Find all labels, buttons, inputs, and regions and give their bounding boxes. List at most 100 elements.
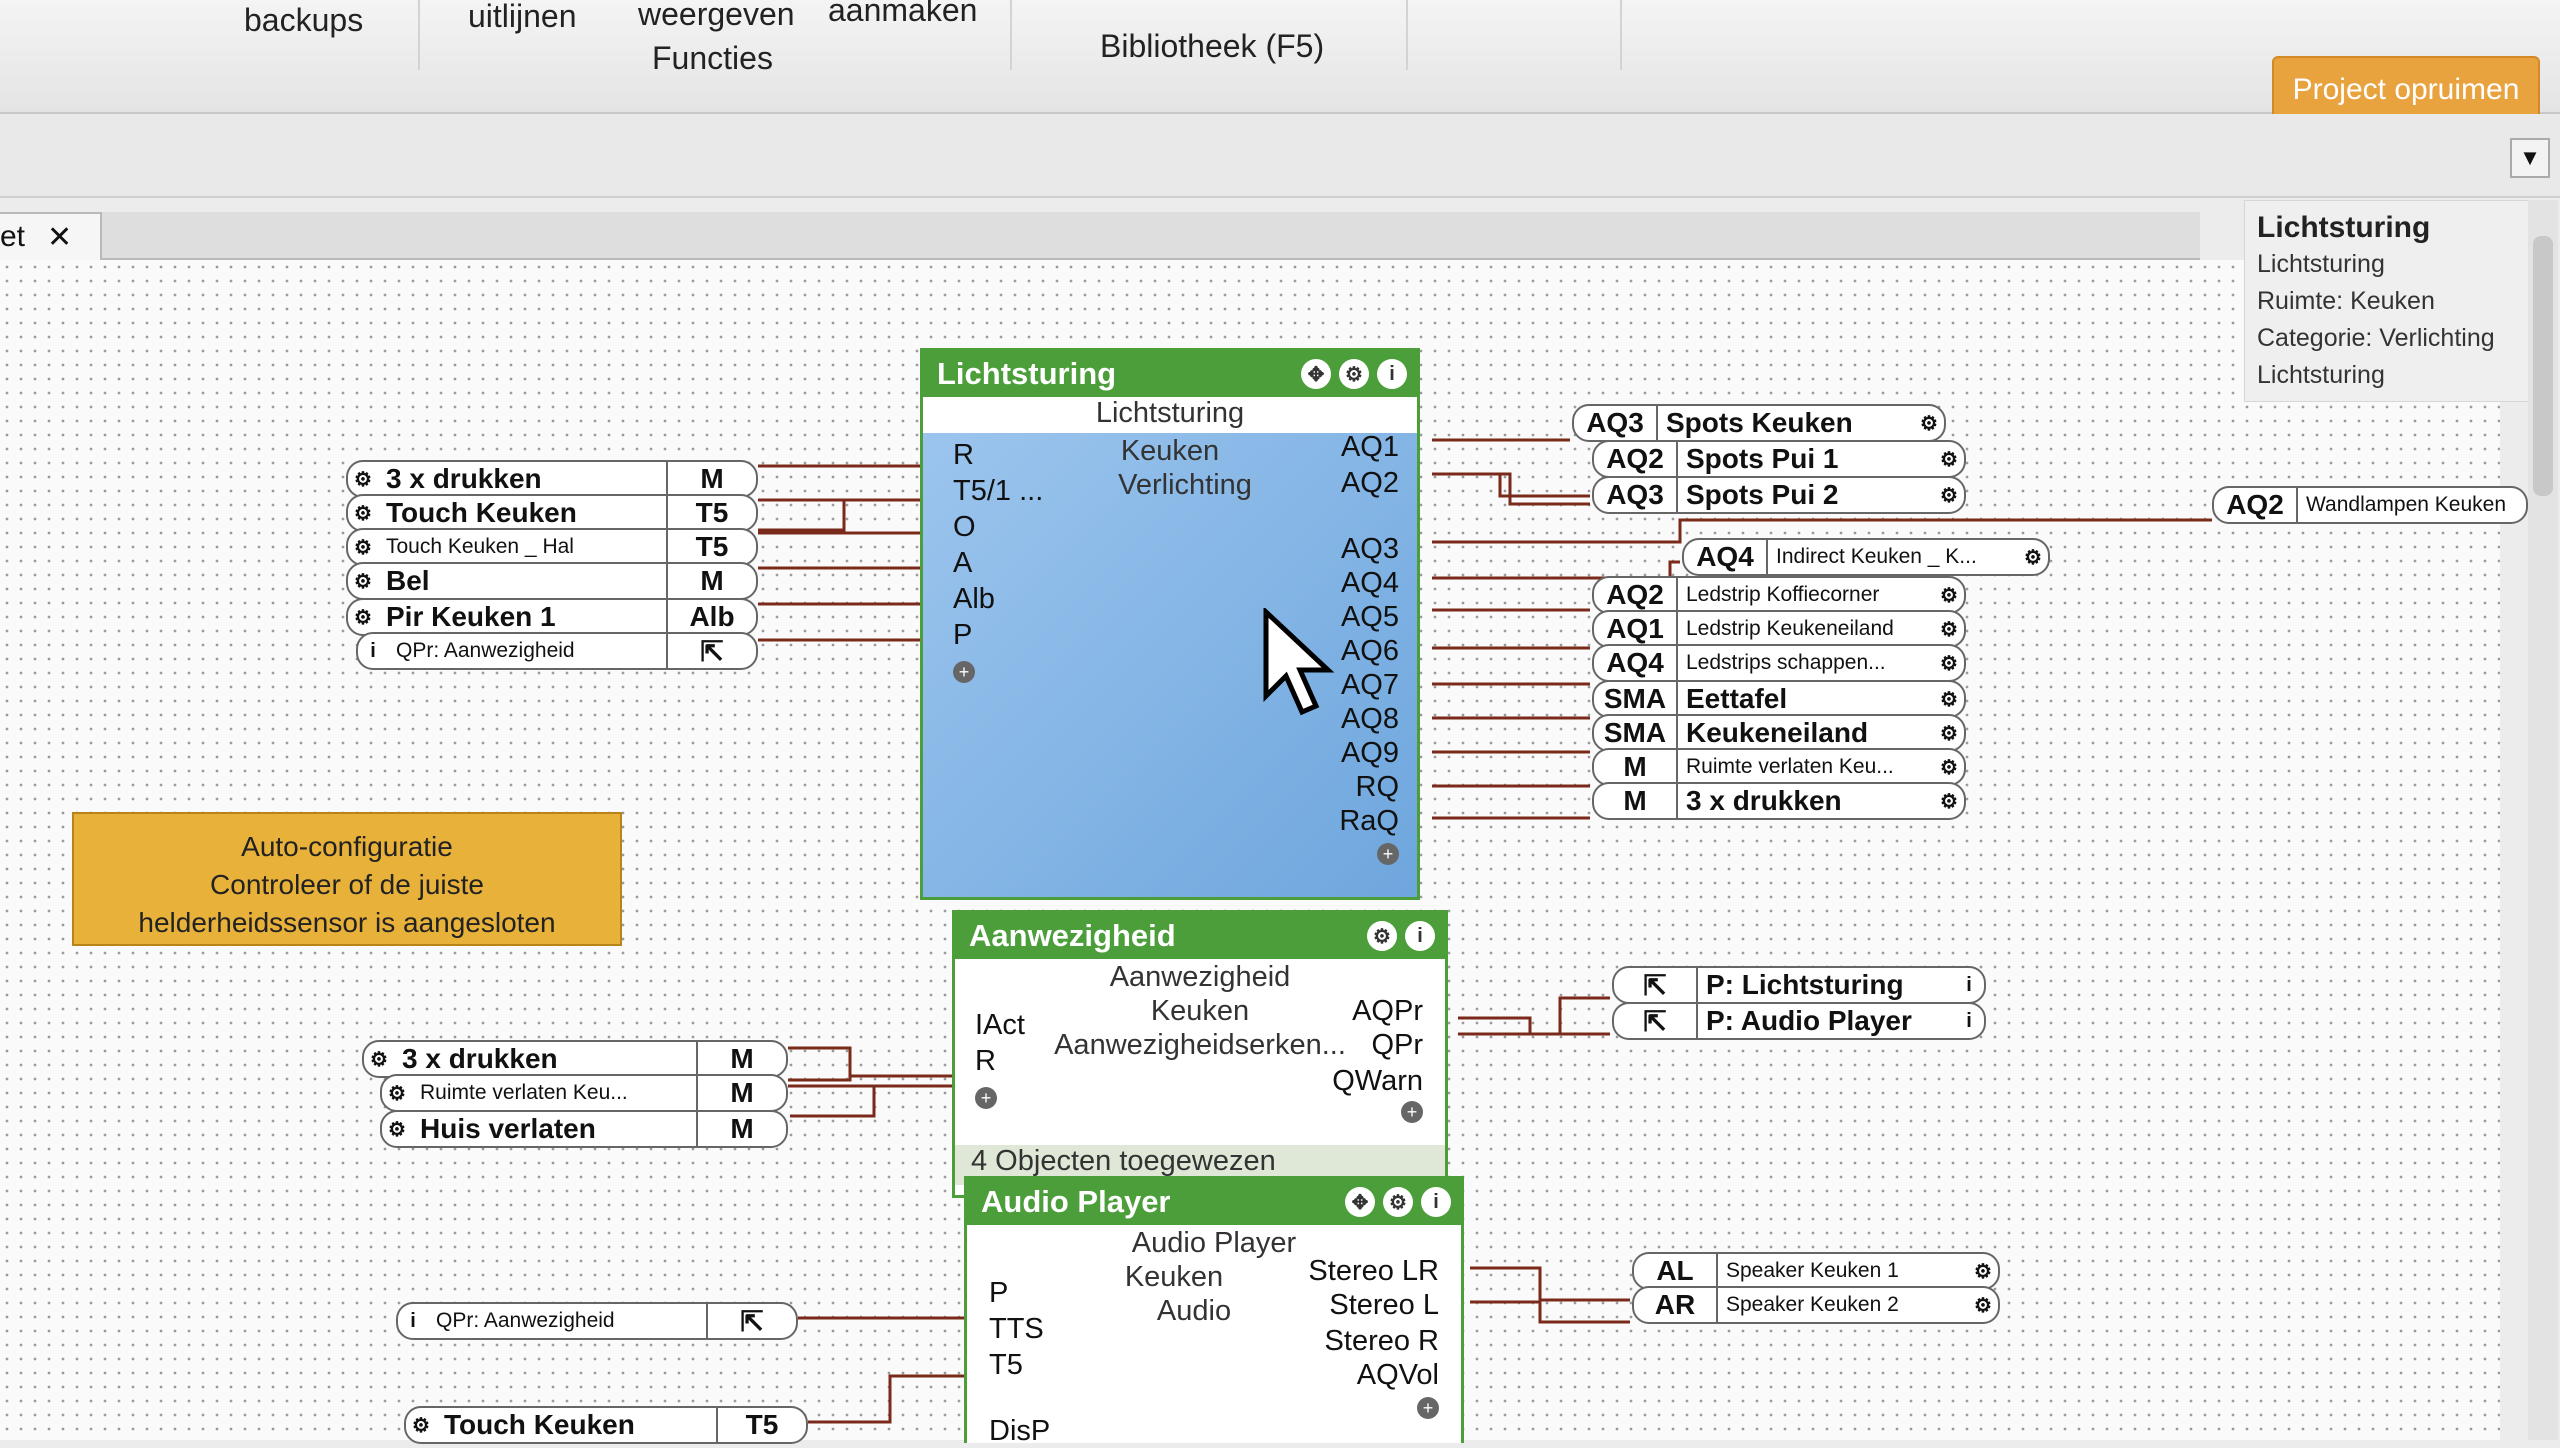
input-pin[interactable]: A: [953, 547, 972, 580]
input-pin[interactable]: R: [975, 1045, 996, 1078]
info-icon[interactable]: i: [1405, 921, 1435, 951]
input-connector[interactable]: ⚙ Touch Keuken T5: [404, 1406, 808, 1444]
input-connector[interactable]: ⚙ Pir Keuken 1 Alb: [346, 598, 758, 636]
connector-label: QPr: Aanwezigheid: [396, 639, 575, 662]
block-header[interactable]: Lichtsturing ✥ ⚙ i: [923, 351, 1417, 397]
block-body: Lichtsturing Keuken Verlichting R T5/1 .…: [923, 397, 1417, 897]
block-aanwezigheid[interactable]: Aanwezigheid ⚙ i Aanwezigheid Keuken Aan…: [952, 910, 1448, 1198]
block-header[interactable]: Audio Player ✥ ⚙ i: [967, 1179, 1461, 1225]
connector-label: Ledstrips schappen...: [1686, 651, 1886, 674]
output-pin[interactable]: AQ4: [1341, 567, 1399, 600]
connector-tag: ⇱: [666, 634, 756, 668]
output-connector[interactable]: AR Speaker Keuken 2 ⚙: [1632, 1286, 2000, 1324]
connector-label: Pir Keuken 1: [386, 601, 556, 632]
output-pin[interactable]: AQVol: [1357, 1359, 1439, 1392]
connector-tag: AQ2: [2214, 488, 2298, 522]
block-audio-player[interactable]: Audio Player ✥ ⚙ i Audio Player Keuken A…: [964, 1176, 1464, 1447]
input-pin[interactable]: T5/1 ...: [953, 475, 1043, 508]
output-pin[interactable]: AQ7: [1341, 669, 1399, 702]
info-icon: i: [1966, 1009, 1972, 1032]
output-connector[interactable]: ⇱ P: Audio Player i: [1612, 1002, 1986, 1040]
output-connector[interactable]: AQ3 Spots Pui 2 ⚙: [1592, 476, 1966, 514]
output-connector[interactable]: AQ4 Indirect Keuken _ K... ⚙: [1682, 538, 2050, 576]
input-connector[interactable]: ⚙ Ruimte verlaten Keu... M: [380, 1074, 788, 1112]
connector-tag: SMA: [1594, 716, 1678, 750]
output-connector[interactable]: AL Speaker Keuken 1 ⚙: [1632, 1252, 2000, 1290]
output-connector[interactable]: AQ1 Ledstrip Keukeneiland ⚙: [1592, 610, 1966, 648]
input-pin[interactable]: P: [953, 619, 972, 652]
add-output-icon[interactable]: +: [1417, 1397, 1439, 1419]
output-connector[interactable]: AQ4 Ledstrips schappen... ⚙: [1592, 644, 1966, 682]
output-connector[interactable]: AQ2 Spots Pui 1 ⚙: [1592, 440, 1966, 478]
block-lichtsturing[interactable]: Lichtsturing ✥ ⚙ i Lichtsturing Keuken V…: [920, 348, 1420, 900]
input-connector[interactable]: i QPr: Aanwezigheid ⇱: [396, 1302, 798, 1340]
output-pin[interactable]: AQ3: [1341, 533, 1399, 566]
output-connector[interactable]: ⇱ P: Lichtsturing i: [1612, 966, 1986, 1004]
output-connector[interactable]: AQ2 Ledstrip Koffiecorner ⚙: [1592, 576, 1966, 614]
connector-tag: Alb: [666, 600, 756, 634]
output-connector[interactable]: AQ2 Wandlampen Keuken: [2212, 486, 2528, 524]
output-connector[interactable]: M 3 x drukken ⚙: [1592, 782, 1966, 820]
input-connector[interactable]: ⚙ Touch Keuken _ Hal T5: [346, 528, 758, 566]
input-connector[interactable]: ⚙ 3 x drukken M: [362, 1040, 788, 1078]
gear-icon: ⚙: [1974, 1294, 1992, 1317]
link-icon: ⇱: [1614, 968, 1698, 1002]
output-pin[interactable]: AQ8: [1341, 703, 1399, 736]
output-pin[interactable]: RaQ: [1339, 805, 1399, 838]
warning-line: Auto-configuratie: [241, 831, 453, 862]
move-icon[interactable]: ✥: [1345, 1187, 1375, 1217]
output-pin[interactable]: Stereo LR: [1308, 1255, 1439, 1288]
gear-icon[interactable]: ⚙: [1383, 1187, 1413, 1217]
connector-tag: AQ3: [1594, 478, 1678, 512]
add-input-icon[interactable]: +: [975, 1087, 997, 1109]
gear-icon: ⚙: [354, 502, 372, 525]
input-pin[interactable]: O: [953, 511, 976, 544]
gear-icon: ⚙: [1940, 790, 1958, 813]
input-connector[interactable]: ⚙ 3 x drukken M: [346, 460, 758, 498]
output-connector[interactable]: M Ruimte verlaten Keu... ⚙: [1592, 748, 1966, 786]
output-pin[interactable]: AQ6: [1341, 635, 1399, 668]
add-input-icon[interactable]: +: [953, 661, 975, 683]
move-icon[interactable]: ✥: [1301, 359, 1331, 389]
block-title: Aanwezigheid: [969, 918, 1176, 953]
output-pin[interactable]: AQ5: [1341, 601, 1399, 634]
output-connector[interactable]: SMA Eettafel ⚙: [1592, 680, 1966, 718]
output-pin[interactable]: AQ2: [1341, 467, 1399, 500]
input-pin[interactable]: TTS: [989, 1313, 1044, 1346]
input-connector[interactable]: ⚙ Huis verlaten M: [380, 1110, 788, 1148]
connector-tag: T5: [666, 496, 756, 530]
connector-tag: M: [696, 1042, 786, 1076]
gear-icon[interactable]: ⚙: [1367, 921, 1397, 951]
info-icon[interactable]: i: [1377, 359, 1407, 389]
block-header[interactable]: Aanwezigheid ⚙ i: [955, 913, 1445, 959]
input-connector[interactable]: ⚙ Touch Keuken T5: [346, 494, 758, 532]
add-output-icon[interactable]: +: [1377, 843, 1399, 865]
input-pin[interactable]: IAct: [975, 1009, 1025, 1042]
info-icon[interactable]: i: [1421, 1187, 1451, 1217]
connector-label: 3 x drukken: [386, 463, 542, 494]
input-pin[interactable]: T5: [989, 1349, 1023, 1382]
output-pin[interactable]: QWarn: [1332, 1065, 1423, 1098]
add-output-icon[interactable]: +: [1401, 1101, 1423, 1123]
input-pin[interactable]: R: [953, 439, 974, 472]
output-pin[interactable]: AQPr: [1352, 995, 1423, 1028]
gear-icon: ⚙: [1940, 756, 1958, 779]
connector-label: Touch Keuken: [386, 497, 577, 528]
output-pin[interactable]: Stereo R: [1325, 1325, 1439, 1358]
output-connector[interactable]: AQ3 Spots Keuken ⚙: [1572, 404, 1946, 442]
gear-icon[interactable]: ⚙: [1339, 359, 1369, 389]
output-pin[interactable]: QPr: [1371, 1029, 1423, 1062]
output-connector[interactable]: SMA Keukeneiland ⚙: [1592, 714, 1966, 752]
input-connector[interactable]: ⚙ Bel M: [346, 562, 758, 600]
output-pin[interactable]: AQ9: [1341, 737, 1399, 770]
output-pin[interactable]: Stereo L: [1329, 1289, 1439, 1322]
gear-icon: ⚙: [1940, 448, 1958, 471]
connector-label: 3 x drukken: [1686, 785, 1842, 816]
output-pin[interactable]: AQ1: [1341, 431, 1399, 464]
input-connector[interactable]: i QPr: Aanwezigheid ⇱: [356, 632, 758, 670]
input-pin[interactable]: DisP: [989, 1415, 1050, 1448]
input-pin[interactable]: P: [989, 1277, 1008, 1310]
output-pin[interactable]: RQ: [1356, 771, 1400, 804]
connector-tag: AQ2: [1594, 442, 1678, 476]
input-pin[interactable]: Alb: [953, 583, 995, 616]
